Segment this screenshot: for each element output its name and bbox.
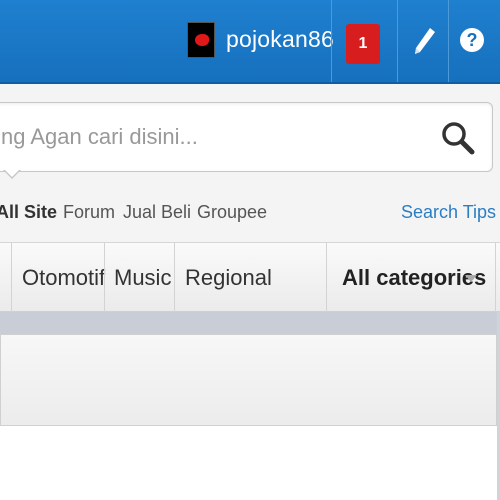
scope-all-site[interactable]: All Site	[0, 202, 57, 223]
divider	[11, 243, 12, 313]
category-music[interactable]: Music	[114, 243, 171, 313]
help-icon[interactable]: ?	[460, 28, 484, 52]
search-area: All Site Forum Jual Beli Groupee Search …	[0, 84, 500, 242]
divider	[495, 243, 496, 313]
divider	[397, 0, 398, 82]
search-box[interactable]	[0, 102, 493, 172]
content-strip	[0, 312, 500, 334]
scope-forum[interactable]: Forum	[63, 202, 115, 223]
top-bar: pojokan86 1 ?	[0, 0, 500, 84]
divider	[104, 243, 105, 313]
category-bar: Otomotif Music Regional All categories	[0, 242, 500, 313]
scope-groupee[interactable]: Groupee	[197, 202, 267, 223]
scope-jual-beli[interactable]: Jual Beli	[123, 202, 191, 223]
user-avatar[interactable]	[187, 22, 215, 58]
search-tips-link[interactable]: Search Tips	[401, 202, 496, 223]
notification-badge[interactable]: 1	[346, 24, 380, 64]
username-link[interactable]: pojokan86	[226, 26, 334, 53]
divider	[448, 0, 449, 82]
divider	[331, 0, 332, 82]
divider	[326, 243, 327, 313]
content-panel	[0, 334, 497, 426]
avatar-image	[195, 34, 209, 46]
scope-pointer	[3, 169, 21, 179]
search-input[interactable]	[0, 103, 431, 171]
category-regional[interactable]: Regional	[185, 243, 272, 313]
category-otomotif[interactable]: Otomotif	[22, 243, 105, 313]
divider	[174, 243, 175, 313]
search-icon[interactable]	[441, 121, 475, 155]
chevron-down-icon[interactable]	[465, 275, 477, 282]
pencil-icon[interactable]	[410, 24, 438, 58]
